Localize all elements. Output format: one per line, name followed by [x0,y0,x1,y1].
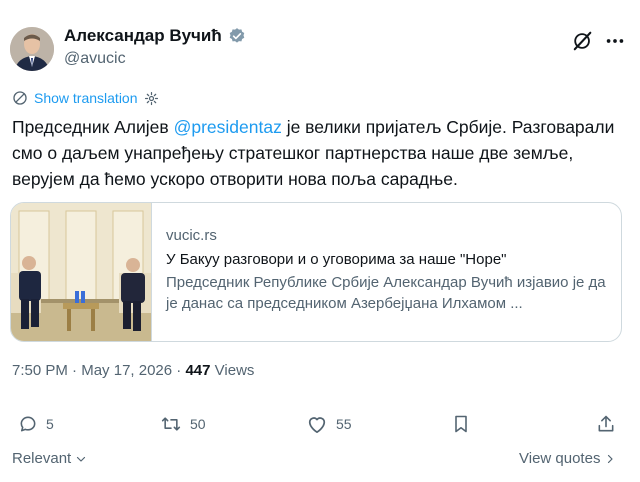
show-translation-row[interactable]: Show translation [12,90,159,106]
reply-icon [20,416,36,432]
sort-label: Relevant [12,450,72,467]
like-count: 55 [336,416,352,432]
settings-gear-icon[interactable] [144,91,159,106]
verified-badge-icon [229,28,245,43]
post-text-before: Председник Алијев [12,117,174,137]
link-domain: vucic.rs [166,227,217,244]
post-text: Председник Алијев @presidentaz је велики… [12,114,628,192]
meta-separator-2: · [172,362,186,379]
author-handle[interactable]: @avucic [64,50,126,68]
author-name-row[interactable]: Александар Вучић [64,26,246,46]
chevron-down-icon [77,456,86,462]
bookmark-button[interactable] [452,414,470,434]
avatar-image [10,27,54,71]
translate-icon [13,91,27,105]
link-preview-text[interactable]: vucic.rs У Бакуу разговори и о уговорима… [152,203,621,341]
link-description: Председник Републике Србије Александар В… [166,274,606,312]
show-translation-link[interactable]: Show translation [34,90,138,106]
meeting-photo [11,203,151,341]
sort-dropdown[interactable]: Relevant [12,450,87,467]
link-preview-image[interactable] [11,203,152,341]
author-name[interactable]: Александар Вучић [64,26,222,46]
meta-separator: · [67,362,82,379]
reply-count: 5 [46,416,54,432]
chevron-right-icon [608,454,614,463]
post-time[interactable]: 7:50 PM [12,362,68,379]
view-quotes-link[interactable]: View quotes [519,450,616,467]
repost-icon [161,417,181,431]
grok-icon[interactable] [572,30,594,52]
reply-button[interactable]: 5 [18,414,54,434]
repost-count: 50 [190,416,206,432]
share-button[interactable] [596,414,616,434]
repost-button[interactable]: 50 [160,414,206,434]
views-count: 447 [185,362,211,379]
mention-link[interactable]: @presidentaz [174,117,282,137]
link-title: У Бакуу разговори и о уговорима за наше … [166,251,507,268]
avatar[interactable] [10,27,54,71]
post-meta: 7:50 PM · May 17, 2026 · 447 Views [12,362,254,379]
share-icon [598,415,614,432]
view-quotes-label: View quotes [519,450,601,467]
post-date[interactable]: May 17, 2026 [81,362,172,379]
like-button[interactable]: 55 [306,414,352,434]
action-bar: 5 50 55 [0,414,640,438]
heart-icon [308,417,326,434]
bookmark-icon [455,415,467,433]
more-options-icon[interactable] [604,30,626,52]
link-preview-card[interactable]: vucic.rs У Бакуу разговори и о уговорима… [10,202,622,342]
views-label: Views [210,362,255,379]
